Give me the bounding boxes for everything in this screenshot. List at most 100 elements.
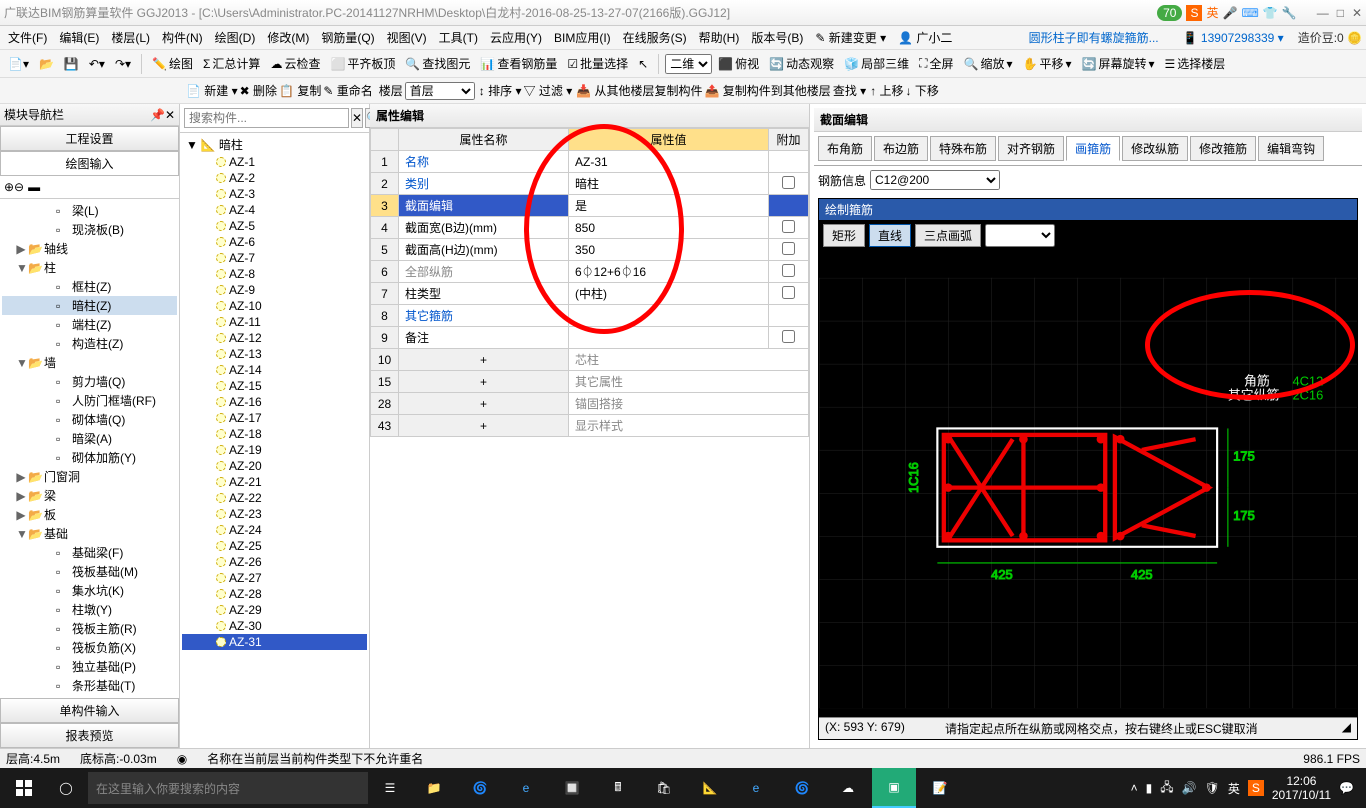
midtree-item[interactable]: AZ-2 [182, 170, 367, 186]
menu-modify[interactable]: 修改(M) [263, 27, 313, 48]
tray-clock[interactable]: 12:062017/10/11 [1272, 774, 1331, 803]
midtree-item[interactable]: AZ-11 [182, 314, 367, 330]
midtree-item[interactable]: AZ-9 [182, 282, 367, 298]
lookat-button[interactable]: ⬛ 俯视 [714, 53, 763, 74]
prop-row[interactable]: 6全部纵筋6⏀12+6⏀16 [371, 261, 809, 283]
midtree-item[interactable]: AZ-7 [182, 250, 367, 266]
view-mode-select[interactable]: 二维 [665, 54, 712, 74]
nav-item[interactable]: ▫砌体墙(Q) [2, 410, 177, 429]
menu-floor[interactable]: 楼层(L) [107, 27, 154, 48]
app-calc-icon[interactable]: 🖩 [596, 768, 640, 808]
minimize-icon[interactable]: — [1317, 6, 1329, 20]
nav-item[interactable]: ▫暗柱(Z) [2, 296, 177, 315]
midtree-item[interactable]: AZ-30 [182, 618, 367, 634]
section-tab[interactable]: 画箍筋 [1066, 136, 1120, 161]
midtree-item[interactable]: AZ-24 [182, 522, 367, 538]
midtree-item[interactable]: AZ-8 [182, 266, 367, 282]
rotate-button[interactable]: 🔄 屏幕旋转 ▾ [1078, 53, 1159, 74]
move-up-button[interactable]: ↑ 上移 [870, 82, 903, 99]
menu-draw[interactable]: 绘图(D) [211, 27, 260, 48]
app-ggj-icon[interactable]: 📐 [688, 768, 732, 808]
menu-file[interactable]: 文件(F) [4, 27, 51, 48]
ime-tool-icon[interactable]: 🔧 [1282, 6, 1297, 20]
maximize-icon[interactable]: □ [1337, 6, 1344, 20]
nav-item[interactable]: ▫筏板基础(M) [2, 562, 177, 581]
section-tab[interactable]: 对齐钢筋 [998, 136, 1064, 161]
app-browser-icon[interactable]: 🌀 [458, 768, 502, 808]
menu-edit[interactable]: 编辑(E) [55, 27, 103, 48]
prop-addcheck[interactable] [782, 220, 795, 233]
midtree-item[interactable]: AZ-14 [182, 362, 367, 378]
user-button[interactable]: 👤 广小二 [894, 27, 956, 48]
prop-row[interactable]: 1名称AZ-31 [371, 151, 809, 173]
midtree-item[interactable]: AZ-29 [182, 602, 367, 618]
taskbar-search[interactable]: 在这里输入你要搜索的内容 [88, 772, 368, 804]
midtree-item[interactable]: AZ-25 [182, 538, 367, 554]
midtree-item[interactable]: AZ-18 [182, 426, 367, 442]
find-img-button[interactable]: 🔍 查找图元 [401, 53, 474, 74]
view-bar-button[interactable]: 📊 查看钢筋量 [476, 53, 561, 74]
midtree-item[interactable]: AZ-17 [182, 410, 367, 426]
ime-lang[interactable]: 英 [1206, 4, 1218, 21]
app-note-icon[interactable]: 📝 [918, 768, 962, 808]
pan-button[interactable]: ✋ 平移 ▾ [1019, 53, 1076, 74]
menu-help[interactable]: 帮助(H) [695, 27, 744, 48]
section-tab[interactable]: 布边筋 [874, 136, 928, 161]
redo-icon[interactable]: ↷▾ [111, 55, 135, 73]
section-tab[interactable]: 布角筋 [818, 136, 872, 161]
undo-icon[interactable]: ↶▾ [85, 55, 109, 73]
app-misc3-icon[interactable]: ☁ [826, 768, 870, 808]
midtree-item[interactable]: AZ-19 [182, 442, 367, 458]
midtree-item[interactable]: AZ-31 [182, 634, 367, 650]
nav-item[interactable]: ▶📂轴线 [2, 239, 177, 258]
flat-button[interactable]: ⬜ 平齐板顶 [326, 53, 399, 74]
prop-addcheck[interactable] [782, 264, 795, 277]
phone-label[interactable]: 📱 13907298339 ▾ [1183, 31, 1284, 45]
nav-item[interactable]: ▫人防门框墙(RF) [2, 391, 177, 410]
nav-item[interactable]: ▶📂梁 [2, 486, 177, 505]
tray-sogou-icon[interactable]: S [1248, 780, 1264, 796]
canvas-resize-icon[interactable]: ◢ [1342, 720, 1351, 737]
search-input[interactable] [184, 108, 349, 128]
save-icon[interactable]: 💾 [60, 55, 83, 73]
dynamic-button[interactable]: 🔄 动态观察 [765, 53, 838, 74]
tab-report[interactable]: 报表预览 [0, 723, 179, 748]
start-button[interactable] [4, 768, 44, 808]
nav-item[interactable]: ▫柱墩(Y) [2, 600, 177, 619]
prop-addcheck[interactable] [782, 330, 795, 343]
nav-pin-icon[interactable]: 📌 [150, 108, 165, 122]
nav-item[interactable]: ▫框柱(Z) [2, 277, 177, 296]
new-comp-button[interactable]: 📄 新建 ▾ [186, 82, 238, 99]
menu-view[interactable]: 视图(V) [383, 27, 431, 48]
cloud-check-button[interactable]: ☁ 云检查 [266, 53, 324, 74]
batch-button[interactable]: ☑ 批量选择 [563, 53, 632, 74]
app-explorer-icon[interactable]: 📁 [412, 768, 456, 808]
prop-addcheck[interactable] [782, 242, 795, 255]
move-down-button[interactable]: ↓ 下移 [906, 82, 939, 99]
new-change-button[interactable]: ✎ 新建变更 ▾ [811, 27, 890, 48]
nav-item[interactable]: ▫构造柱(Z) [2, 334, 177, 353]
nav-item[interactable]: ▫梁(L) [2, 201, 177, 220]
menu-bim[interactable]: BIM应用(I) [550, 27, 615, 48]
section-tab[interactable]: 特殊布筋 [930, 136, 996, 161]
midtree-item[interactable]: AZ-27 [182, 570, 367, 586]
midtree-item[interactable]: AZ-22 [182, 490, 367, 506]
prop-row[interactable]: 43+显示样式 [371, 415, 809, 437]
local3d-button[interactable]: 🧊 局部三维 [840, 53, 913, 74]
find-button[interactable]: 查找 ▾ [833, 82, 866, 99]
prop-row[interactable]: 2类别暗柱 [371, 173, 809, 195]
rename-button[interactable]: ✎ 重命名 [323, 82, 372, 99]
section-canvas[interactable]: 绘制箍筋 矩形 直线 三点画弧 [818, 198, 1358, 740]
close-icon[interactable]: ✕ [1352, 6, 1362, 20]
prop-addcheck[interactable] [782, 286, 795, 299]
canvas-extra-select[interactable] [985, 224, 1055, 247]
line-button[interactable]: 直线 [869, 224, 911, 247]
nav-item[interactable]: ▫剪力墙(Q) [2, 372, 177, 391]
pointer-icon[interactable]: ↖ [634, 55, 652, 73]
copy-to-button[interactable]: 📤 复制构件到其他楼层 [705, 82, 831, 99]
menu-online[interactable]: 在线服务(S) [619, 27, 691, 48]
app-qq-icon[interactable]: 🌀 [780, 768, 824, 808]
midtree-item[interactable]: AZ-20 [182, 458, 367, 474]
midtree-item[interactable]: AZ-21 [182, 474, 367, 490]
component-tree[interactable]: ▼📐 暗柱AZ-1AZ-2AZ-3AZ-4AZ-5AZ-6AZ-7AZ-8AZ-… [180, 133, 369, 748]
